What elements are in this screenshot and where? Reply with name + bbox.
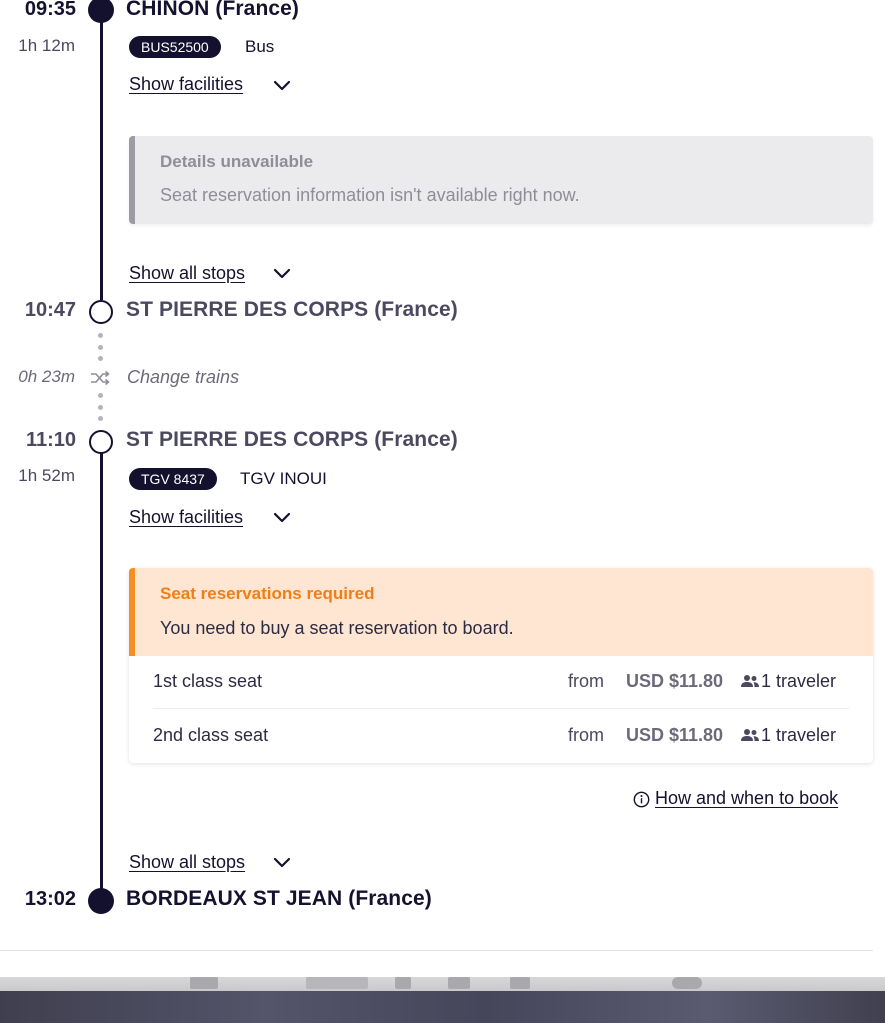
chevron-down-icon[interactable] [273,79,291,91]
arrival-time: 10:47 [24,299,76,321]
service-code-badge: BUS52500 [129,36,221,58]
transfer-dotted-line-lower [98,393,103,421]
taskbar-item[interactable] [306,977,368,989]
taskbar-item[interactable] [190,977,218,989]
taskbar-item[interactable] [672,977,702,989]
show-all-stops-link[interactable]: Show all stops [129,852,245,873]
timeline-line-leg-1 [100,0,103,300]
traveler-count: 1 traveler [761,725,837,745]
traveler-count: 1 traveler [761,671,837,691]
chevron-down-icon[interactable] [273,856,291,868]
timeline-node-arrival [89,300,113,324]
change-trains-label: Change trains [127,367,240,387]
seat-option-row[interactable]: 2nd class seat from USD $11.80 1 travele… [129,710,873,763]
timeline-line-leg-2 [100,453,103,901]
arrival-station: BORDEAUX ST JEAN (France) [126,887,432,910]
arrival-station: ST PIERRE DES CORPS (France) [126,298,458,321]
seat-reservation-card: Seat reservations required You need to b… [129,568,873,763]
people-icon [741,675,759,687]
row-divider [153,708,849,709]
departure-station: ST PIERRE DES CORPS (France) [126,428,458,451]
how-to-book-label: How and when to book [655,788,839,808]
notice-details-unavailable: Details unavailable Seat reservation inf… [129,136,873,224]
leg-duration: 1h 52m [18,466,75,485]
taskbar-item[interactable] [448,977,470,989]
chevron-down-icon[interactable] [273,511,291,523]
warning-body: You need to buy a seat reservation to bo… [160,618,514,638]
departure-time: 11:10 [25,429,76,451]
show-facilities-link[interactable]: Show facilities [129,507,243,528]
people-icon [741,729,759,741]
timeline-node-departure [89,430,113,454]
leg-duration: 1h 12m [18,36,75,55]
seat-price: USD $11.80 [626,725,724,745]
transfer-dotted-line [98,333,103,361]
taskbar [0,977,885,991]
service-type: Bus [245,37,275,56]
service-type: TGV INOUI [240,469,327,488]
info-icon [633,791,650,808]
notice-body: Seat reservation information isn't avail… [160,185,580,205]
seat-class-name: 2nd class seat [153,725,269,745]
notice-title: Details unavailable [160,152,314,171]
seat-reservation-warning: Seat reservations required You need to b… [129,568,873,656]
transfer-duration: 0h 23m [18,367,75,386]
seat-price: USD $11.80 [626,671,724,691]
show-all-stops-link[interactable]: Show all stops [129,263,245,284]
seat-class-name: 1st class seat [153,671,263,691]
warning-title: Seat reservations required [160,584,375,603]
departure-station: CHINON (France) [126,0,300,20]
service-code-badge: TGV 8437 [129,468,217,490]
show-facilities-link[interactable]: Show facilities [129,74,243,95]
taskbar-item[interactable] [510,977,530,989]
arrival-time: 13:02 [24,888,76,910]
seat-option-row[interactable]: 1st class seat from USD $11.80 1 travele… [129,656,873,709]
timeline-node-departure [88,0,114,23]
taskbar-item[interactable] [395,977,411,989]
desktop-background [0,991,885,1023]
chevron-down-icon[interactable] [273,267,291,279]
section-divider [0,950,873,951]
departure-time: 09:35 [24,0,76,20]
price-from-label: from [568,725,604,745]
timeline-node-arrival [88,888,114,914]
shuffle-icon [91,370,110,386]
price-from-label: from [568,671,604,691]
